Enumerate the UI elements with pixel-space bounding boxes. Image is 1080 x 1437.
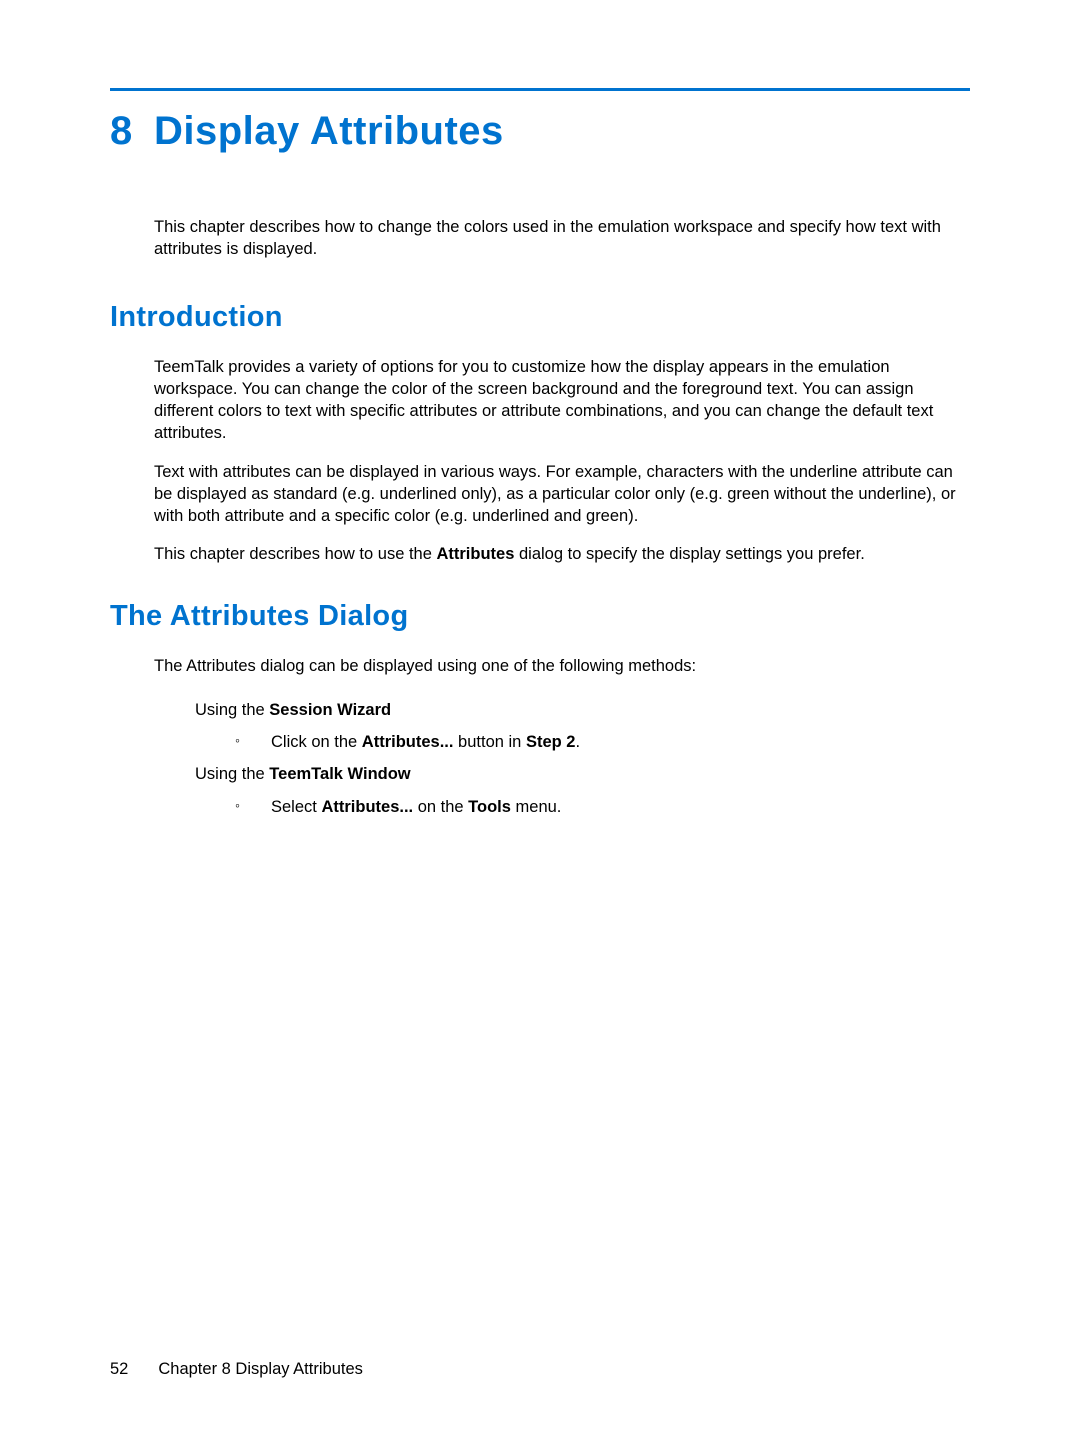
- intro-para-3-post: dialog to specify the display settings y…: [514, 545, 864, 563]
- method2-label-pre: Using the: [195, 765, 269, 783]
- top-rule: [110, 88, 970, 91]
- method2-bullet-bold1: Attributes...: [321, 798, 413, 816]
- page-number: 52: [110, 1360, 128, 1379]
- method2-label-bold: TeemTalk Window: [269, 765, 410, 783]
- method2-label: Using the TeemTalk Window: [195, 763, 970, 785]
- page-footer: 52 Chapter 8 Display Attributes: [110, 1360, 363, 1379]
- method1-bullet-pre: Click on the: [271, 733, 362, 751]
- method1-bullet-mid: button in: [453, 733, 525, 751]
- method2-bullet-mid: on the: [413, 798, 468, 816]
- intro-para-3-bold: Attributes: [436, 545, 514, 563]
- chapter-heading: 8 Display Attributes: [110, 109, 970, 154]
- method2-bullet-post: menu.: [511, 798, 561, 816]
- attributes-dialog-lead: The Attributes dialog can be displayed u…: [154, 655, 970, 677]
- method1-bullet-post: .: [575, 733, 580, 751]
- footer-chapter-label: Chapter 8 Display Attributes: [158, 1360, 363, 1378]
- method2-bullet: Select Attributes... on the Tools menu.: [235, 796, 970, 818]
- chapter-title: Display Attributes: [154, 109, 504, 154]
- method2-bullet-bold2: Tools: [468, 798, 511, 816]
- page-content: 8 Display Attributes This chapter descri…: [0, 0, 1080, 1437]
- method1-label-bold: Session Wizard: [269, 701, 391, 719]
- method1-bullet: Click on the Attributes... button in Ste…: [235, 731, 970, 753]
- intro-para-3-pre: This chapter describes how to use the: [154, 545, 436, 563]
- intro-para-1: TeemTalk provides a variety of options f…: [154, 356, 970, 445]
- intro-para-3: This chapter describes how to use the At…: [154, 543, 970, 565]
- section-heading-attributes-dialog: The Attributes Dialog: [110, 600, 970, 633]
- method1-bullet-bold2: Step 2: [526, 733, 576, 751]
- method1-label: Using the Session Wizard: [195, 699, 970, 721]
- method-teemtalk-window: Using the TeemTalk Window Select Attribu…: [195, 763, 970, 818]
- method2-bullet-pre: Select: [271, 798, 321, 816]
- method-session-wizard: Using the Session Wizard Click on the At…: [195, 699, 970, 754]
- chapter-intro-paragraph: This chapter describes how to change the…: [154, 216, 970, 261]
- section-heading-introduction: Introduction: [110, 301, 970, 334]
- intro-para-2: Text with attributes can be displayed in…: [154, 461, 970, 528]
- chapter-number: 8: [110, 109, 154, 154]
- method1-label-pre: Using the: [195, 701, 269, 719]
- method1-bullet-bold1: Attributes...: [362, 733, 454, 751]
